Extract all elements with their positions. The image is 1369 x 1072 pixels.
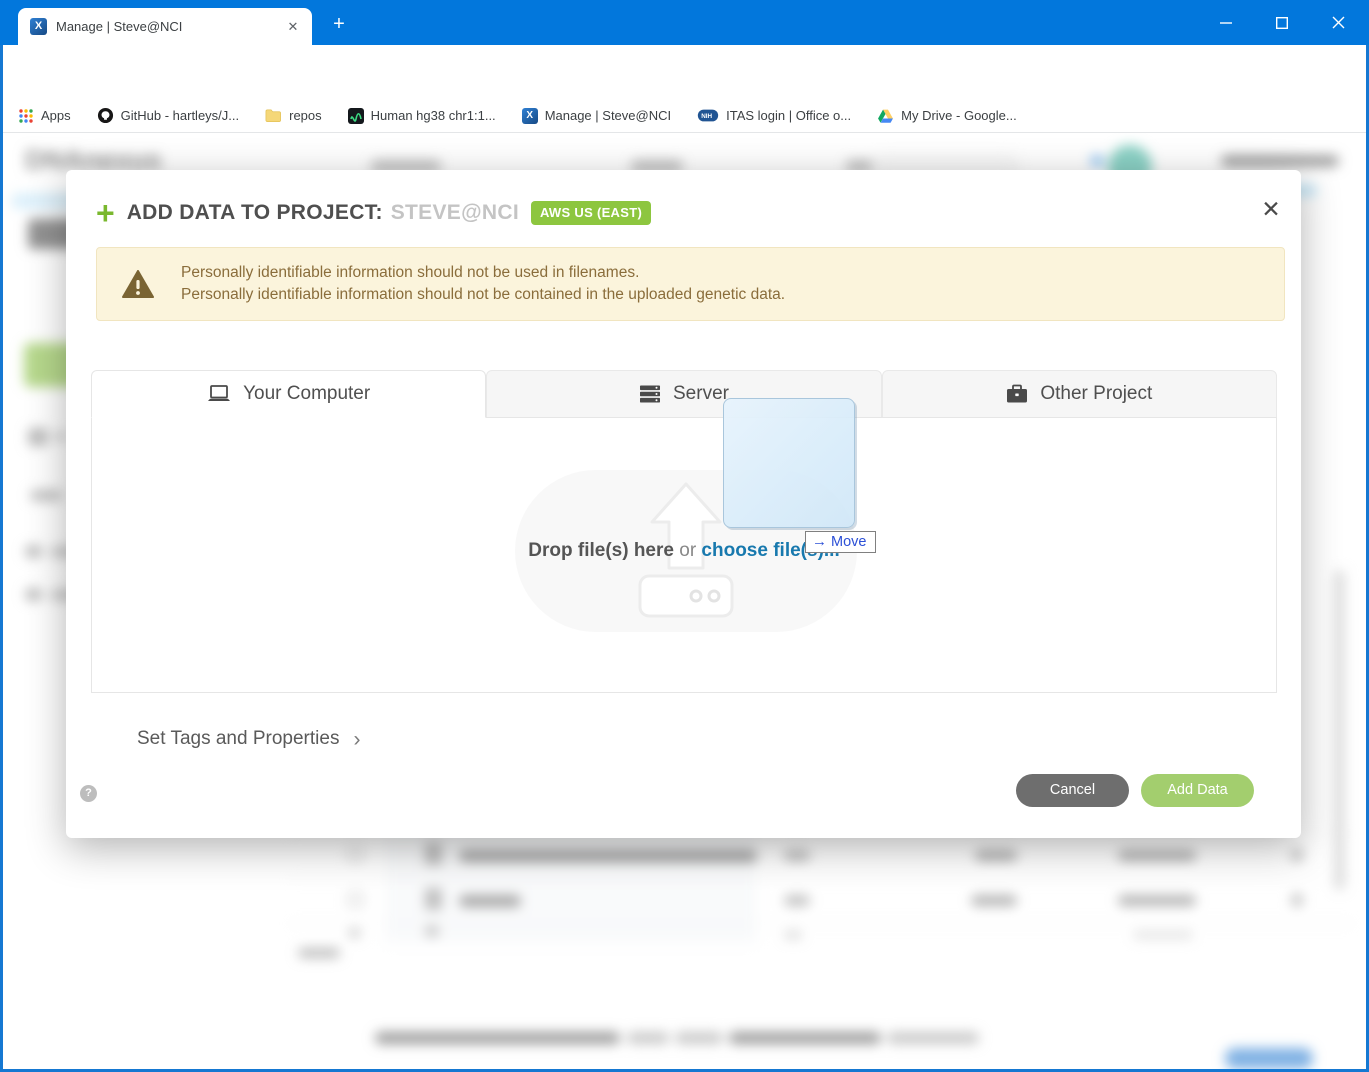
bookmark-my-drive[interactable]: My Drive - Google... <box>877 108 1017 124</box>
svg-text:NIH: NIH <box>701 113 712 120</box>
browser-window: X Manage | Steve@NCI ✕ + Apps GitHub - h… <box>0 0 1369 1072</box>
upload-panel: Drop file(s) here or choose file(s)... <box>91 417 1277 693</box>
move-arrow-icon: → <box>812 533 827 550</box>
modal-header: + ADD DATA TO PROJECT: STEVE@NCI AWS US … <box>96 195 652 231</box>
minimize-button[interactable] <box>1202 0 1249 45</box>
tab-label: Other Project <box>1040 383 1153 404</box>
modal-close-icon[interactable]: ✕ <box>1258 196 1284 222</box>
plus-icon: + <box>96 195 115 231</box>
bookmark-label: GitHub - hartleys/J... <box>120 108 240 123</box>
close-window-button[interactable] <box>1315 0 1362 45</box>
bookmark-itas[interactable]: NIH ITAS login | Office o... <box>697 108 851 123</box>
window-border-left <box>0 45 3 1072</box>
maximize-icon <box>1275 16 1288 29</box>
bookmark-label: repos <box>289 108 322 123</box>
cancel-button[interactable]: Cancel <box>1016 774 1129 807</box>
maximize-button[interactable] <box>1258 0 1305 45</box>
help-icon[interactable]: ? <box>80 785 97 802</box>
close-window-icon <box>1332 16 1345 29</box>
dragged-file-ghost[interactable] <box>723 398 855 528</box>
briefcase-icon <box>1007 384 1028 403</box>
bookmark-apps[interactable]: Apps <box>18 108 71 124</box>
bookmark-label: My Drive - Google... <box>901 108 1017 123</box>
warning-triangle-icon <box>122 269 154 299</box>
drop-files-text: Drop file(s) here <box>528 540 674 561</box>
bookmark-label: Human hg38 chr1:1... <box>370 108 496 123</box>
page-area: DNAnexus ✕ + ADD DATA TO PROJECT: STEVE@… <box>3 133 1366 1069</box>
chevron-right-icon: › <box>353 727 361 751</box>
bookmark-label: Manage | Steve@NCI <box>544 108 672 123</box>
bookmark-manage-dnanexus[interactable]: X Manage | Steve@NCI <box>521 107 672 124</box>
browser-tab[interactable]: X Manage | Steve@NCI ✕ <box>18 8 312 45</box>
warning-line-1: Personally identifiable information shou… <box>181 264 640 281</box>
tab-other-project[interactable]: Other Project <box>881 370 1277 418</box>
warning-line-2: Personally identifiable information shou… <box>181 286 786 303</box>
add-data-modal: ✕ + ADD DATA TO PROJECT: STEVE@NCI AWS U… <box>66 170 1301 838</box>
tab-your-computer[interactable]: Your Computer <box>91 370 487 418</box>
tab-close-icon[interactable]: ✕ <box>284 18 302 36</box>
region-badge: AWS US (EAST) <box>530 201 652 225</box>
github-icon <box>97 107 113 124</box>
dnanexus-favicon-icon: X <box>30 18 47 35</box>
warning-text: Personally identifiable information shou… <box>181 262 785 306</box>
bookmark-label: ITAS login | Office o... <box>726 108 852 123</box>
browser-toolbar: platform.dnanexus.com/projects/FbvPXyQ0p… <box>3 45 1366 138</box>
google-drive-icon <box>878 109 894 123</box>
set-tags-label: Set Tags and Properties <box>137 728 340 749</box>
bookmark-label: Apps <box>41 108 71 123</box>
tab-label: Server <box>673 383 729 404</box>
genome-browser-icon <box>347 107 364 124</box>
drag-move-tooltip: → Move <box>805 531 877 553</box>
set-tags-link[interactable]: Set Tags and Properties › <box>137 728 360 750</box>
minimize-icon <box>1219 21 1232 24</box>
server-icon <box>640 385 660 403</box>
tab-title: Manage | Steve@NCI <box>56 19 183 34</box>
folder-icon <box>265 109 282 123</box>
move-tooltip-label: Move <box>831 534 867 550</box>
modal-title: ADD DATA TO PROJECT: <box>126 201 383 224</box>
source-tabs-row: Your Computer Server Other Project <box>91 370 1277 418</box>
pii-warning-banner: Personally identifiable information shou… <box>96 247 1285 321</box>
bookmarks-bar: Apps GitHub - hartleys/J... repos Human … <box>3 99 1366 133</box>
bookmark-repos[interactable]: repos <box>265 108 322 123</box>
bookmark-human-hg38[interactable]: Human hg38 chr1:1... <box>347 107 496 124</box>
new-tab-button[interactable]: + <box>326 12 352 38</box>
window-titlebar: X Manage | Steve@NCI ✕ + <box>0 0 1369 45</box>
bookmark-github[interactable]: GitHub - hartleys/J... <box>97 107 239 124</box>
dropzone-text: Drop file(s) here or choose file(s)... <box>92 540 1276 562</box>
tab-label: Your Computer <box>243 383 371 404</box>
add-data-button[interactable]: Add Data <box>1141 774 1254 807</box>
source-tabs: Your Computer Server Other Project Drop … <box>91 370 1277 693</box>
nih-icon: NIH <box>697 109 719 122</box>
apps-grid-icon <box>19 108 33 123</box>
or-text: or <box>673 540 702 561</box>
dnanexus-favicon-icon: X <box>521 107 538 124</box>
laptop-icon <box>208 385 231 401</box>
modal-project-name: STEVE@NCI <box>390 201 519 224</box>
